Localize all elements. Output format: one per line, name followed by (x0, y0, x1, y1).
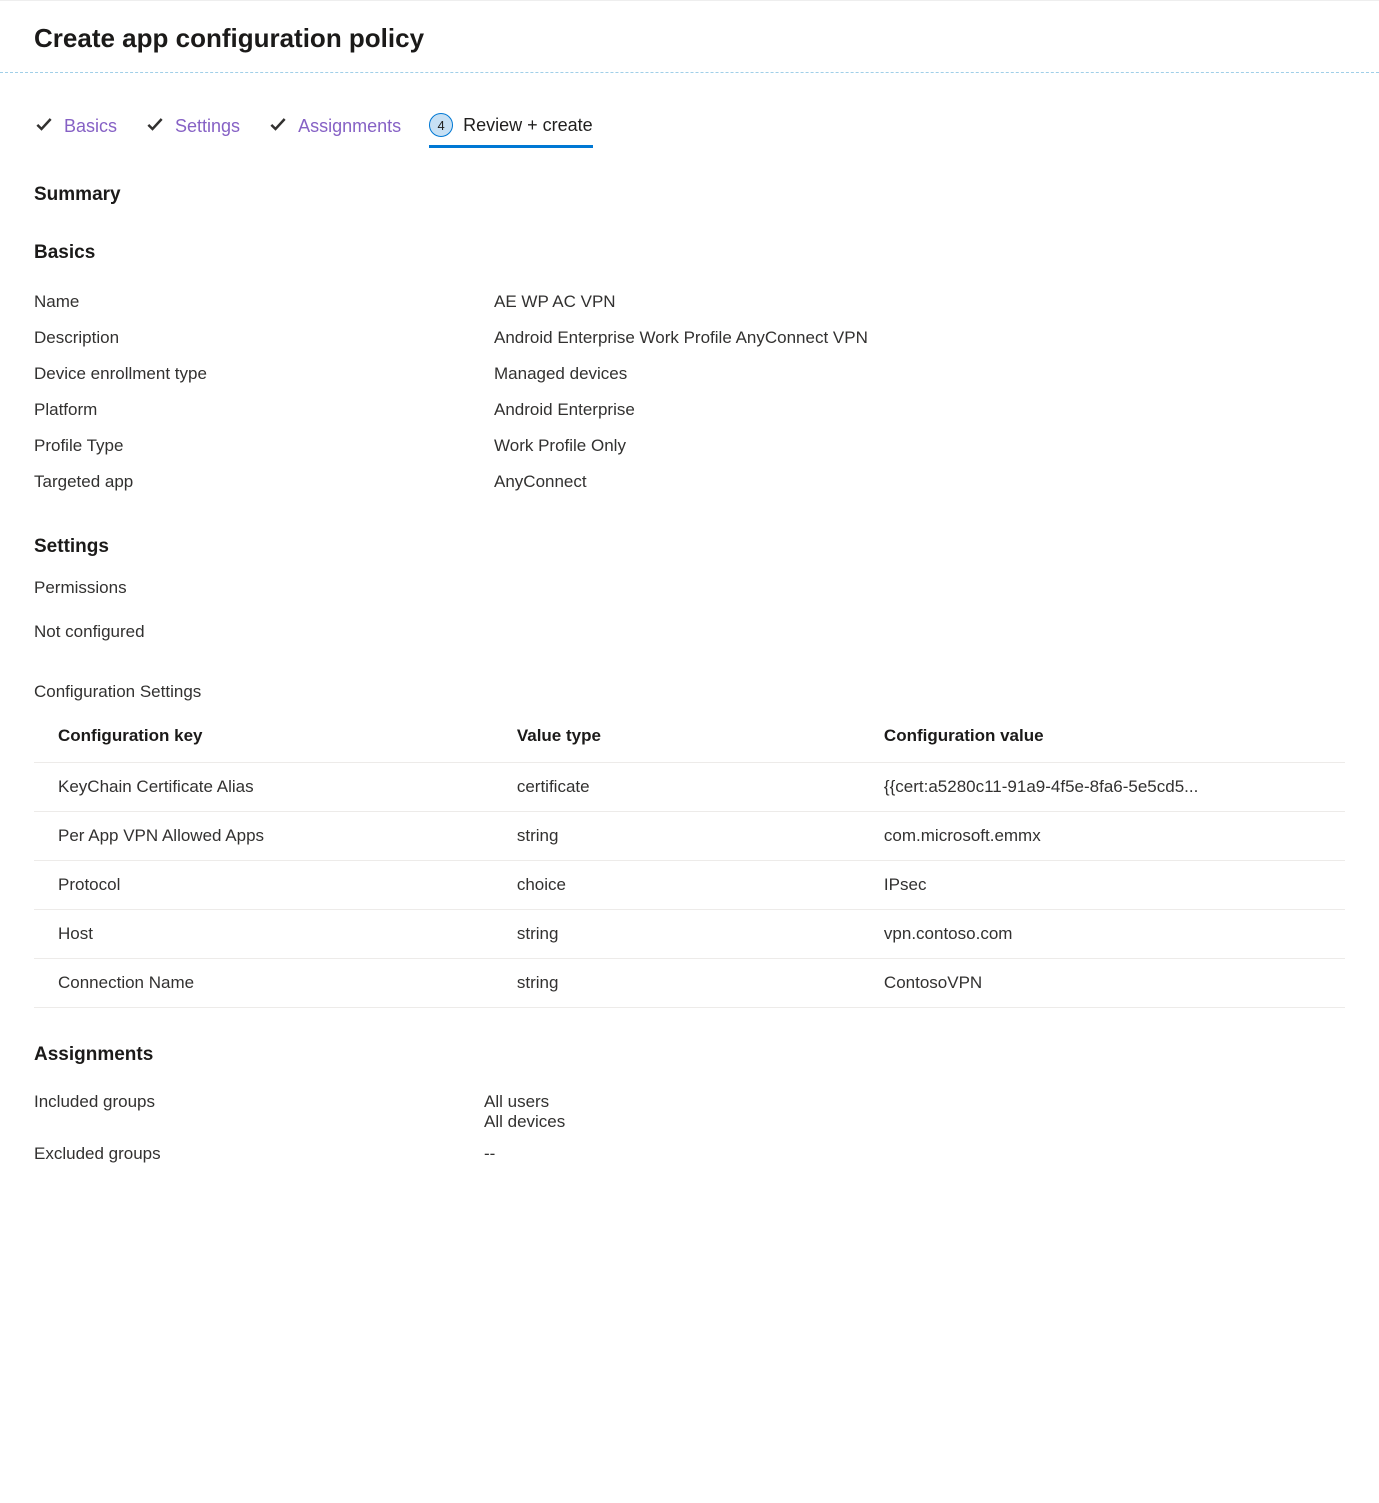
field-value: AnyConnect (494, 472, 1345, 492)
field-row: Device enrollment type Managed devices (34, 356, 1345, 392)
field-row: Name AE WP AC VPN (34, 284, 1345, 320)
field-value: Android Enterprise Work Profile AnyConne… (494, 328, 1345, 348)
basics-section: Basics Name AE WP AC VPN Description And… (34, 242, 1345, 500)
field-value: AE WP AC VPN (494, 292, 1345, 312)
cell-value: com.microsoft.emmx (860, 812, 1345, 861)
settings-heading: Settings (34, 536, 1345, 558)
cell-key: Protocol (34, 861, 493, 910)
included-group-value: All users (484, 1092, 565, 1112)
tab-label: Assignments (298, 116, 401, 137)
table-row: KeyChain Certificate Alias certificate {… (34, 763, 1345, 812)
included-group-value: All devices (484, 1112, 565, 1132)
excluded-groups-row: Excluded groups -- (34, 1138, 1345, 1170)
excluded-groups-label: Excluded groups (34, 1144, 484, 1164)
field-label: Profile Type (34, 436, 494, 456)
field-row: Targeted app AnyConnect (34, 464, 1345, 500)
wizard-tabs: Basics Settings Assignments 4 Review + c… (34, 73, 1345, 156)
step-number-badge: 4 (429, 113, 453, 137)
field-label: Name (34, 292, 494, 312)
table-row: Host string vpn.contoso.com (34, 910, 1345, 959)
field-value: Work Profile Only (494, 436, 1345, 456)
tab-assignments[interactable]: Assignments (268, 114, 401, 147)
tab-label: Review + create (463, 115, 593, 136)
field-value: Android Enterprise (494, 400, 1345, 420)
field-row: Platform Android Enterprise (34, 392, 1345, 428)
cell-type: string (493, 910, 860, 959)
field-label: Targeted app (34, 472, 494, 492)
field-value: Managed devices (494, 364, 1345, 384)
permissions-label: Permissions (34, 578, 1345, 598)
col-value-type: Value type (493, 714, 860, 763)
cell-key: Connection Name (34, 959, 493, 1008)
included-groups-label: Included groups (34, 1092, 484, 1132)
field-label: Platform (34, 400, 494, 420)
cell-value: {{cert:a5280c11-91a9-4f5e-8fa6-5e5cd5... (860, 763, 1345, 812)
tab-label: Settings (175, 116, 240, 137)
basics-heading: Basics (34, 242, 1345, 264)
check-icon (34, 114, 54, 139)
field-label: Description (34, 328, 494, 348)
cell-value: ContosoVPN (860, 959, 1345, 1008)
col-config-value: Configuration value (860, 714, 1345, 763)
check-icon (145, 114, 165, 139)
table-row: Per App VPN Allowed Apps string com.micr… (34, 812, 1345, 861)
cell-key: Per App VPN Allowed Apps (34, 812, 493, 861)
included-groups-row: Included groups All users All devices (34, 1086, 1345, 1138)
table-header-row: Configuration key Value type Configurati… (34, 714, 1345, 763)
page-title: Create app configuration policy (34, 23, 1345, 54)
cell-value: IPsec (860, 861, 1345, 910)
field-row: Description Android Enterprise Work Prof… (34, 320, 1345, 356)
tab-label: Basics (64, 116, 117, 137)
config-table: Configuration key Value type Configurati… (34, 714, 1345, 1008)
table-row: Protocol choice IPsec (34, 861, 1345, 910)
table-row: Connection Name string ContosoVPN (34, 959, 1345, 1008)
field-row: Profile Type Work Profile Only (34, 428, 1345, 464)
cell-type: string (493, 959, 860, 1008)
check-icon (268, 114, 288, 139)
cell-type: choice (493, 861, 860, 910)
not-configured-text: Not configured (34, 622, 1345, 642)
assignments-section: Assignments Included groups All users Al… (34, 1044, 1345, 1170)
cell-key: KeyChain Certificate Alias (34, 763, 493, 812)
cell-key: Host (34, 910, 493, 959)
field-label: Device enrollment type (34, 364, 494, 384)
settings-section: Settings Permissions Not configured Conf… (34, 536, 1345, 1008)
tab-basics[interactable]: Basics (34, 114, 117, 147)
col-config-key: Configuration key (34, 714, 493, 763)
cell-type: certificate (493, 763, 860, 812)
tab-settings[interactable]: Settings (145, 114, 240, 147)
config-settings-label: Configuration Settings (34, 682, 1345, 702)
page-header: Create app configuration policy (0, 0, 1379, 73)
summary-heading: Summary (34, 184, 1345, 206)
cell-type: string (493, 812, 860, 861)
excluded-group-value: -- (484, 1144, 495, 1164)
cell-value: vpn.contoso.com (860, 910, 1345, 959)
assignments-heading: Assignments (34, 1044, 1345, 1066)
tab-review-create[interactable]: 4 Review + create (429, 113, 593, 148)
